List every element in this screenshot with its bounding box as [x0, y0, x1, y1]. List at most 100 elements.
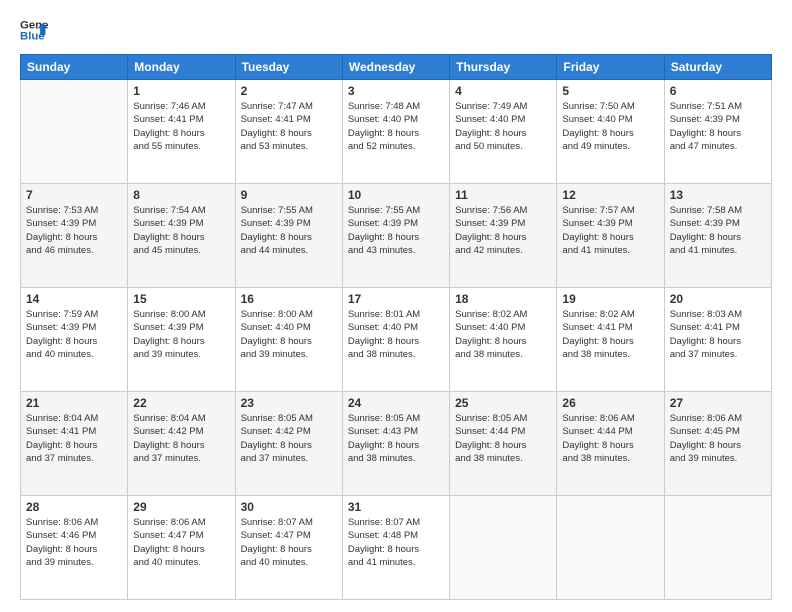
calendar-cell: 12Sunrise: 7:57 AM Sunset: 4:39 PM Dayli… [557, 184, 664, 288]
day-number: 26 [562, 396, 658, 410]
header: General Blue [20, 16, 772, 44]
day-info: Sunrise: 8:06 AM Sunset: 4:45 PM Dayligh… [670, 412, 766, 465]
calendar-cell: 7Sunrise: 7:53 AM Sunset: 4:39 PM Daylig… [21, 184, 128, 288]
day-number: 17 [348, 292, 444, 306]
day-number: 14 [26, 292, 122, 306]
calendar-cell: 15Sunrise: 8:00 AM Sunset: 4:39 PM Dayli… [128, 288, 235, 392]
calendar-cell: 22 Sunrise: 8:04 AM Sunset: 4:42 PM Dayli… [128, 392, 235, 496]
day-info: Sunrise: 7:50 AM Sunset: 4:40 PM Dayligh… [562, 100, 658, 153]
calendar-cell: 4 Sunrise: 7:49 AM Sunset: 4:40 PM Daylig… [450, 80, 557, 184]
day-info: Sunrise: 7:51 AM Sunset: 4:39 PM Dayligh… [670, 100, 766, 153]
day-number: 16 [241, 292, 337, 306]
calendar-cell: 8Sunrise: 7:54 AM Sunset: 4:39 PM Daylig… [128, 184, 235, 288]
day-number: 22 [133, 396, 229, 410]
page: General Blue SundayMondayTuesdayWednesda… [0, 0, 792, 612]
day-number: 8 [133, 188, 229, 202]
day-info: Sunrise: 8:06 AM Sunset: 4:46 PM Dayligh… [26, 516, 122, 569]
day-number: 9 [241, 188, 337, 202]
day-number: 2 [241, 84, 337, 98]
calendar-header-sunday: Sunday [21, 55, 128, 80]
day-number: 30 [241, 500, 337, 514]
calendar-cell: 3 Sunrise: 7:48 AM Sunset: 4:40 PM Daylig… [342, 80, 449, 184]
day-info: Sunrise: 7:59 AM Sunset: 4:39 PM Dayligh… [26, 308, 122, 361]
day-number: 24 [348, 396, 444, 410]
day-info: Sunrise: 8:02 AM Sunset: 4:41 PM Dayligh… [562, 308, 658, 361]
calendar-header-monday: Monday [128, 55, 235, 80]
calendar-week-3: 14 Sunrise: 7:59 AM Sunset: 4:39 PM Dayli… [21, 288, 772, 392]
day-info: Sunrise: 7:46 AM Sunset: 4:41 PM Dayligh… [133, 100, 229, 153]
calendar-header-friday: Friday [557, 55, 664, 80]
calendar-week-2: 7Sunrise: 7:53 AM Sunset: 4:39 PM Daylig… [21, 184, 772, 288]
calendar-cell: 9 Sunrise: 7:55 AM Sunset: 4:39 PM Daylig… [235, 184, 342, 288]
day-info: Sunrise: 7:53 AM Sunset: 4:39 PM Dayligh… [26, 204, 122, 257]
calendar-cell: 13 Sunrise: 7:58 AM Sunset: 4:39 PM Dayli… [664, 184, 771, 288]
day-info: Sunrise: 7:48 AM Sunset: 4:40 PM Dayligh… [348, 100, 444, 153]
calendar-header-saturday: Saturday [664, 55, 771, 80]
calendar-header-thursday: Thursday [450, 55, 557, 80]
calendar-cell: 20Sunrise: 8:03 AM Sunset: 4:41 PM Dayli… [664, 288, 771, 392]
calendar-cell [21, 80, 128, 184]
calendar-cell: 21 Sunrise: 8:04 AM Sunset: 4:41 PM Dayli… [21, 392, 128, 496]
day-number: 29 [133, 500, 229, 514]
calendar-cell: 30 Sunrise: 8:07 AM Sunset: 4:47 PM Dayli… [235, 496, 342, 600]
day-number: 3 [348, 84, 444, 98]
calendar-cell: 6 Sunrise: 7:51 AM Sunset: 4:39 PM Daylig… [664, 80, 771, 184]
day-info: Sunrise: 8:00 AM Sunset: 4:40 PM Dayligh… [241, 308, 337, 361]
calendar-cell: 31Sunrise: 8:07 AM Sunset: 4:48 PM Dayli… [342, 496, 449, 600]
day-info: Sunrise: 7:55 AM Sunset: 4:39 PM Dayligh… [241, 204, 337, 257]
day-number: 1 [133, 84, 229, 98]
calendar-cell: 27 Sunrise: 8:06 AM Sunset: 4:45 PM Dayli… [664, 392, 771, 496]
calendar-cell: 19 Sunrise: 8:02 AM Sunset: 4:41 PM Dayli… [557, 288, 664, 392]
calendar-cell: 18 Sunrise: 8:02 AM Sunset: 4:40 PM Dayli… [450, 288, 557, 392]
calendar-table: SundayMondayTuesdayWednesdayThursdayFrid… [20, 54, 772, 600]
day-number: 6 [670, 84, 766, 98]
calendar-cell: 11 Sunrise: 7:56 AM Sunset: 4:39 PM Dayli… [450, 184, 557, 288]
day-number: 21 [26, 396, 122, 410]
calendar-week-1: 1 Sunrise: 7:46 AM Sunset: 4:41 PM Daylig… [21, 80, 772, 184]
calendar-cell [450, 496, 557, 600]
calendar-cell: 14 Sunrise: 7:59 AM Sunset: 4:39 PM Dayli… [21, 288, 128, 392]
calendar-cell: 25Sunrise: 8:05 AM Sunset: 4:44 PM Dayli… [450, 392, 557, 496]
calendar-header-wednesday: Wednesday [342, 55, 449, 80]
day-info: Sunrise: 8:04 AM Sunset: 4:42 PM Dayligh… [133, 412, 229, 465]
logo-icon: General Blue [20, 16, 48, 44]
day-info: Sunrise: 7:56 AM Sunset: 4:39 PM Dayligh… [455, 204, 551, 257]
day-number: 11 [455, 188, 551, 202]
day-number: 4 [455, 84, 551, 98]
calendar-cell: 24 Sunrise: 8:05 AM Sunset: 4:43 PM Dayli… [342, 392, 449, 496]
day-number: 5 [562, 84, 658, 98]
calendar-cell [557, 496, 664, 600]
day-number: 23 [241, 396, 337, 410]
day-info: Sunrise: 7:49 AM Sunset: 4:40 PM Dayligh… [455, 100, 551, 153]
calendar-cell: 23 Sunrise: 8:05 AM Sunset: 4:42 PM Dayli… [235, 392, 342, 496]
calendar-header-row: SundayMondayTuesdayWednesdayThursdayFrid… [21, 55, 772, 80]
day-number: 10 [348, 188, 444, 202]
day-info: Sunrise: 8:04 AM Sunset: 4:41 PM Dayligh… [26, 412, 122, 465]
day-number: 15 [133, 292, 229, 306]
calendar-cell: 17Sunrise: 8:01 AM Sunset: 4:40 PM Dayli… [342, 288, 449, 392]
calendar-cell: 1 Sunrise: 7:46 AM Sunset: 4:41 PM Daylig… [128, 80, 235, 184]
day-info: Sunrise: 8:05 AM Sunset: 4:44 PM Dayligh… [455, 412, 551, 465]
calendar-cell: 28 Sunrise: 8:06 AM Sunset: 4:46 PM Dayli… [21, 496, 128, 600]
calendar-header-tuesday: Tuesday [235, 55, 342, 80]
day-info: Sunrise: 8:06 AM Sunset: 4:44 PM Dayligh… [562, 412, 658, 465]
day-number: 18 [455, 292, 551, 306]
calendar-cell: 29 Sunrise: 8:06 AM Sunset: 4:47 PM Dayli… [128, 496, 235, 600]
calendar-cell: 16 Sunrise: 8:00 AM Sunset: 4:40 PM Dayli… [235, 288, 342, 392]
day-number: 28 [26, 500, 122, 514]
day-info: Sunrise: 7:58 AM Sunset: 4:39 PM Dayligh… [670, 204, 766, 257]
day-number: 19 [562, 292, 658, 306]
calendar-cell: 10Sunrise: 7:55 AM Sunset: 4:39 PM Dayli… [342, 184, 449, 288]
day-number: 20 [670, 292, 766, 306]
calendar-cell [664, 496, 771, 600]
calendar-week-4: 21 Sunrise: 8:04 AM Sunset: 4:41 PM Dayli… [21, 392, 772, 496]
calendar-cell: 26 Sunrise: 8:06 AM Sunset: 4:44 PM Dayli… [557, 392, 664, 496]
day-info: Sunrise: 8:05 AM Sunset: 4:43 PM Dayligh… [348, 412, 444, 465]
day-info: Sunrise: 8:02 AM Sunset: 4:40 PM Dayligh… [455, 308, 551, 361]
day-number: 13 [670, 188, 766, 202]
calendar-week-5: 28 Sunrise: 8:06 AM Sunset: 4:46 PM Dayli… [21, 496, 772, 600]
day-info: Sunrise: 8:06 AM Sunset: 4:47 PM Dayligh… [133, 516, 229, 569]
day-info: Sunrise: 8:07 AM Sunset: 4:47 PM Dayligh… [241, 516, 337, 569]
day-info: Sunrise: 8:05 AM Sunset: 4:42 PM Dayligh… [241, 412, 337, 465]
day-number: 27 [670, 396, 766, 410]
